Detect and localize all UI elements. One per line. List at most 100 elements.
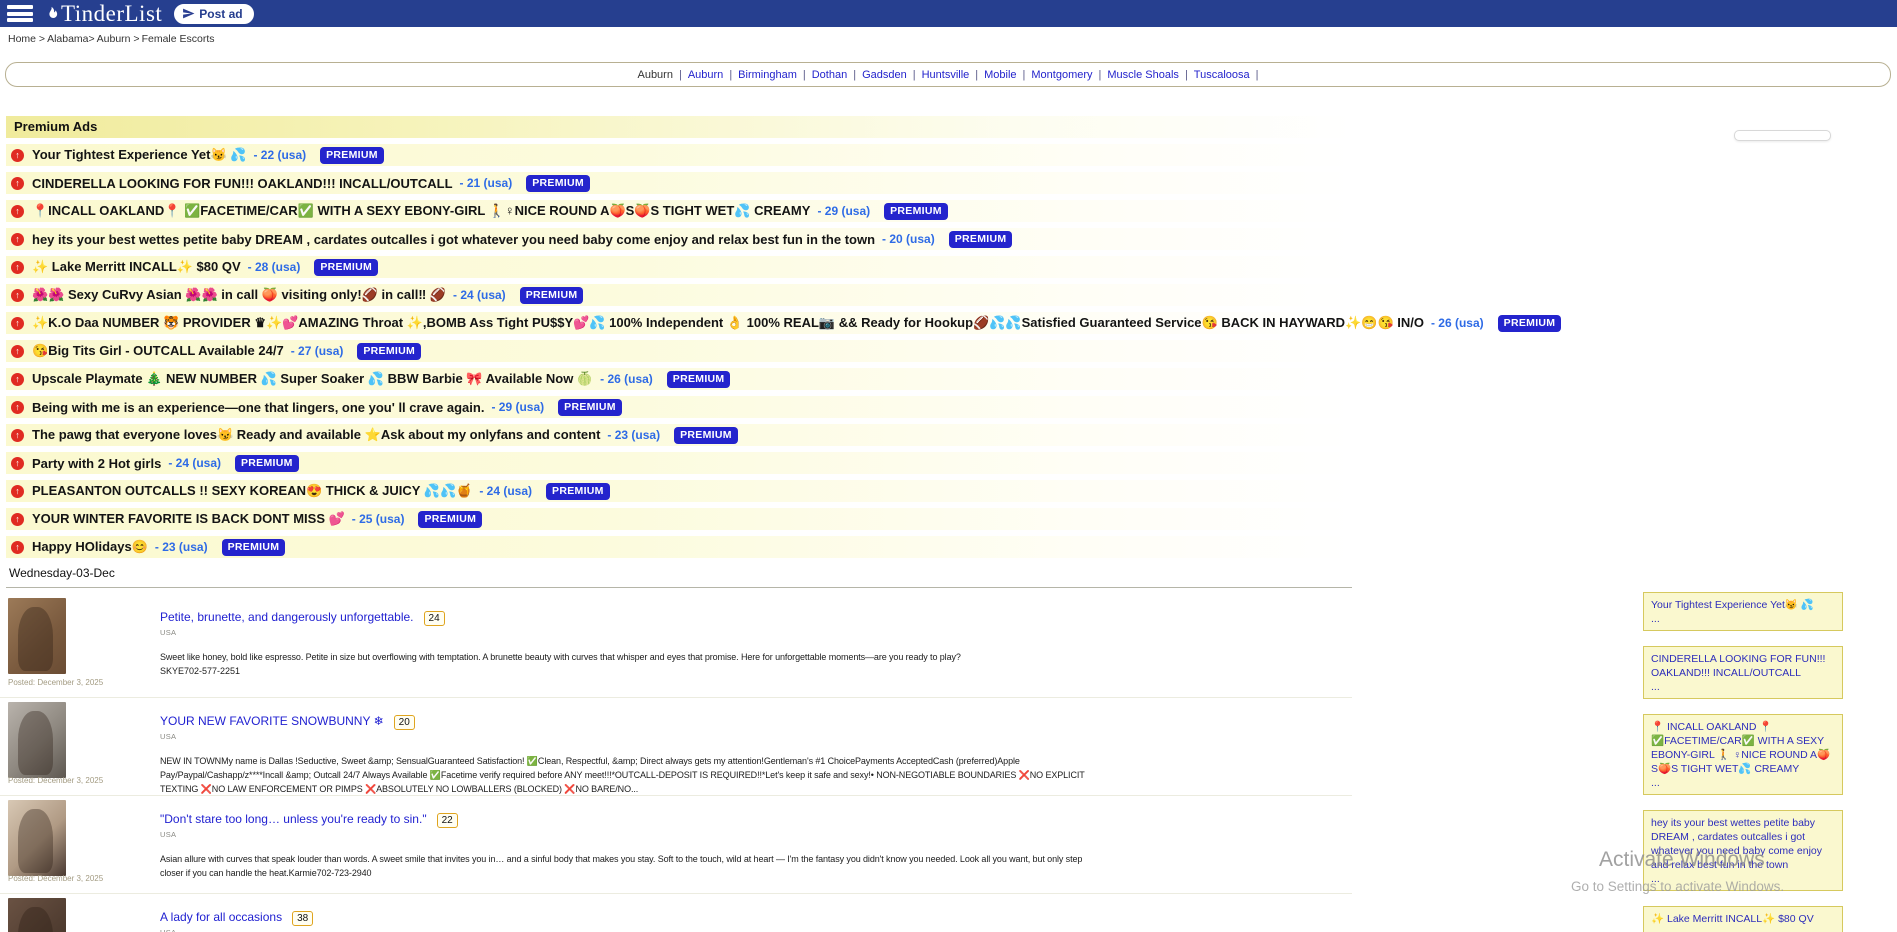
top-navbar: TinderList Post ad <box>0 0 1897 27</box>
premium-ad-row[interactable]: ↑ Happy HOlidays😊 - 23 (usa) PREMIUM <box>6 536 1352 558</box>
premium-ad-title[interactable]: YOUR WINTER FAVORITE IS BACK DONT MISS 💕 <box>32 511 345 527</box>
premium-ads-list: ↑ Your Tightest Experience Yet😼 💦 - 22 (… <box>6 144 1352 558</box>
listings-section: Petite, brunette, and dangerously unforg… <box>0 594 1352 932</box>
paper-plane-icon <box>182 7 195 20</box>
premium-ad-title[interactable]: Being with me is an experience—one that … <box>32 400 484 415</box>
premium-ad-row[interactable]: ↑ Your Tightest Experience Yet😼 💦 - 22 (… <box>6 144 1352 166</box>
bump-up-icon: ↑ <box>11 373 24 386</box>
breadcrumb-link[interactable]: Female Escorts <box>142 33 215 45</box>
sidebar-ad-box[interactable]: 📍 INCALL OAKLAND 📍 ✅FACETIME/CAR✅ WITH A… <box>1643 714 1843 795</box>
premium-ad-age: - 22 (usa) <box>253 148 306 162</box>
premium-ad-title[interactable]: PLEASANTON OUTCALLS !! SEXY KOREAN😍 THIC… <box>32 483 472 499</box>
premium-ad-age: - 29 (usa) <box>491 400 544 414</box>
floating-scrollbar-thumb[interactable] <box>1734 130 1831 141</box>
bump-up-icon: ↑ <box>11 233 24 246</box>
city-current: Auburn <box>637 69 672 81</box>
city-separator: | <box>853 69 856 81</box>
premium-ad-age: - 23 (usa) <box>607 428 660 442</box>
city-link[interactable]: Auburn <box>688 69 723 81</box>
premium-ad-row[interactable]: ↑ ✨K.O Daa NUMBER 🐯 PROVIDER ♛✨💕AMAZING … <box>6 312 1352 334</box>
listing-title-link[interactable]: Petite, brunette, and dangerously unforg… <box>160 610 414 624</box>
bump-up-icon: ↑ <box>11 317 24 330</box>
breadcrumb-link[interactable]: Alabama> <box>47 33 95 45</box>
listing-thumbnail[interactable] <box>8 702 66 778</box>
premium-ad-row[interactable]: ↑ hey its your best wettes petite baby D… <box>6 228 1352 250</box>
listing-title-link[interactable]: A lady for all occasions <box>160 910 282 924</box>
premium-ad-row[interactable]: ↑ 😘Big Tits Girl - OUTCALL Available 24/… <box>6 340 1352 362</box>
breadcrumb-link[interactable]: Auburn > <box>97 33 140 45</box>
premium-ad-row[interactable]: ↑ 📍INCALL OAKLAND📍 ✅FACETIME/CAR✅ WITH A… <box>6 200 1352 222</box>
listing-thumbnail[interactable] <box>8 898 66 932</box>
premium-ad-title[interactable]: Upscale Playmate 🎄 NEW NUMBER 💦 Super So… <box>32 371 593 387</box>
city-link[interactable]: Birmingham <box>738 69 797 81</box>
sidebar-ad-title[interactable]: hey its your best wettes petite baby DRE… <box>1651 817 1822 871</box>
premium-ad-title[interactable]: hey its your best wettes petite baby DRE… <box>32 232 875 247</box>
premium-ad-row[interactable]: ↑ The pawg that everyone loves😼 Ready an… <box>6 424 1352 446</box>
city-link[interactable]: Mobile <box>984 69 1016 81</box>
premium-ad-age: - 26 (usa) <box>1431 316 1484 330</box>
premium-badge: PREMIUM <box>1498 315 1562 332</box>
sidebar-ad-title[interactable]: CINDERELLA LOOKING FOR FUN!!! OAKLAND!!!… <box>1651 653 1825 679</box>
page: TinderList Post ad Home >Alabama>Auburn … <box>0 0 1897 932</box>
sidebar-ad-box[interactable]: ✨ Lake Merritt INCALL✨ $80 QV ... <box>1643 906 1843 932</box>
premium-ad-title[interactable]: The pawg that everyone loves😼 Ready and … <box>32 427 600 443</box>
premium-ads-heading: Premium Ads <box>6 116 1352 138</box>
city-link[interactable]: Gadsden <box>862 69 907 81</box>
premium-badge: PREMIUM <box>526 175 590 192</box>
sidebar-ad-title[interactable]: ✨ Lake Merritt INCALL✨ $80 QV <box>1651 913 1814 925</box>
premium-ad-title[interactable]: ✨ Lake Merritt INCALL✨ $80 QV <box>32 259 241 275</box>
sidebar-ad-more: ... <box>1651 872 1835 886</box>
sidebar-ad-title[interactable]: 📍 INCALL OAKLAND 📍 ✅FACETIME/CAR✅ WITH A… <box>1651 721 1830 775</box>
sidebar-ad-box[interactable]: Your Tightest Experience Yet😼 💦 ... <box>1643 592 1843 631</box>
premium-ad-age: - 20 (usa) <box>882 232 935 246</box>
premium-ad-row[interactable]: ↑ Being with me is an experience—one tha… <box>6 396 1352 418</box>
bump-up-icon: ↑ <box>11 485 24 498</box>
sidebar-ad-title[interactable]: Your Tightest Experience Yet😼 💦 <box>1651 599 1814 611</box>
listing-country: USA <box>160 628 1352 637</box>
post-ad-button[interactable]: Post ad <box>174 4 253 24</box>
breadcrumb-link[interactable]: Home > <box>8 33 45 45</box>
site-logo[interactable]: TinderList <box>43 1 162 27</box>
city-link[interactable]: Tuscaloosa <box>1194 69 1250 81</box>
premium-ad-title[interactable]: ✨K.O Daa NUMBER 🐯 PROVIDER ♛✨💕AMAZING Th… <box>32 315 1424 331</box>
listing-thumbnail[interactable] <box>8 598 66 674</box>
listing-title-link[interactable]: "Don't stare too long… unless you're rea… <box>160 812 427 826</box>
date-section-header: Wednesday-03-Dec <box>6 566 1352 588</box>
listing-posted-date: Posted: December 3, 2025 <box>8 776 103 785</box>
hamburger-menu-icon[interactable] <box>7 5 33 22</box>
premium-ad-title[interactable]: Your Tightest Experience Yet😼 💦 <box>32 147 246 163</box>
premium-badge: PREMIUM <box>667 371 731 388</box>
city-link[interactable]: Muscle Shoals <box>1107 69 1179 81</box>
sidebar-ad-more: ... <box>1651 680 1835 694</box>
city-link[interactable]: Dothan <box>812 69 847 81</box>
bump-up-icon: ↑ <box>11 345 24 358</box>
premium-ad-row[interactable]: ↑ Party with 2 Hot girls - 24 (usa) PREM… <box>6 452 1352 474</box>
premium-ad-title[interactable]: Happy HOlidays😊 <box>32 539 148 555</box>
city-separator: | <box>729 69 732 81</box>
premium-ad-row[interactable]: ↑ Upscale Playmate 🎄 NEW NUMBER 💦 Super … <box>6 368 1352 390</box>
premium-ad-row[interactable]: ↑ CINDERELLA LOOKING FOR FUN!!! OAKLAND!… <box>6 172 1352 194</box>
premium-ad-age: - 27 (usa) <box>291 344 344 358</box>
premium-ad-row[interactable]: ↑ ✨ Lake Merritt INCALL✨ $80 QV - 28 (us… <box>6 256 1352 278</box>
sidebar-ad-box[interactable]: hey its your best wettes petite baby DRE… <box>1643 810 1843 891</box>
city-link[interactable]: Montgomery <box>1031 69 1092 81</box>
listing-thumbnail[interactable] <box>8 800 66 876</box>
site-title: TinderList <box>61 1 162 27</box>
city-link[interactable]: Huntsville <box>922 69 970 81</box>
premium-ad-row[interactable]: ↑ PLEASANTON OUTCALLS !! SEXY KOREAN😍 TH… <box>6 480 1352 502</box>
city-link-bar: Auburn | Auburn | Birmingham | Dothan | … <box>5 62 1891 87</box>
premium-ad-title[interactable]: 📍INCALL OAKLAND📍 ✅FACETIME/CAR✅ WITH A S… <box>32 203 810 219</box>
premium-ad-age: - 29 (usa) <box>817 204 870 218</box>
premium-ad-title[interactable]: 😘Big Tits Girl - OUTCALL Available 24/7 <box>32 343 284 359</box>
bump-up-icon: ↑ <box>11 205 24 218</box>
premium-ad-row[interactable]: ↑ 🌺🌺 Sexy CuRvy Asian 🌺🌺 in call 🍑 visit… <box>6 284 1352 306</box>
premium-ad-title[interactable]: Party with 2 Hot girls <box>32 456 161 471</box>
listing-title-link[interactable]: YOUR NEW FAVORITE SNOWBUNNY ❄ <box>160 714 384 728</box>
premium-ad-title[interactable]: CINDERELLA LOOKING FOR FUN!!! OAKLAND!!!… <box>32 176 453 191</box>
premium-ad-row[interactable]: ↑ YOUR WINTER FAVORITE IS BACK DONT MISS… <box>6 508 1352 530</box>
listing-row: A lady for all occasions38 USA <box>0 894 1352 932</box>
premium-ad-age: - 24 (usa) <box>453 288 506 302</box>
sidebar-ad-box[interactable]: CINDERELLA LOOKING FOR FUN!!! OAKLAND!!!… <box>1643 646 1843 699</box>
premium-ad-title[interactable]: 🌺🌺 Sexy CuRvy Asian 🌺🌺 in call 🍑 visitin… <box>32 287 446 303</box>
premium-ad-age: - 25 (usa) <box>352 512 405 526</box>
